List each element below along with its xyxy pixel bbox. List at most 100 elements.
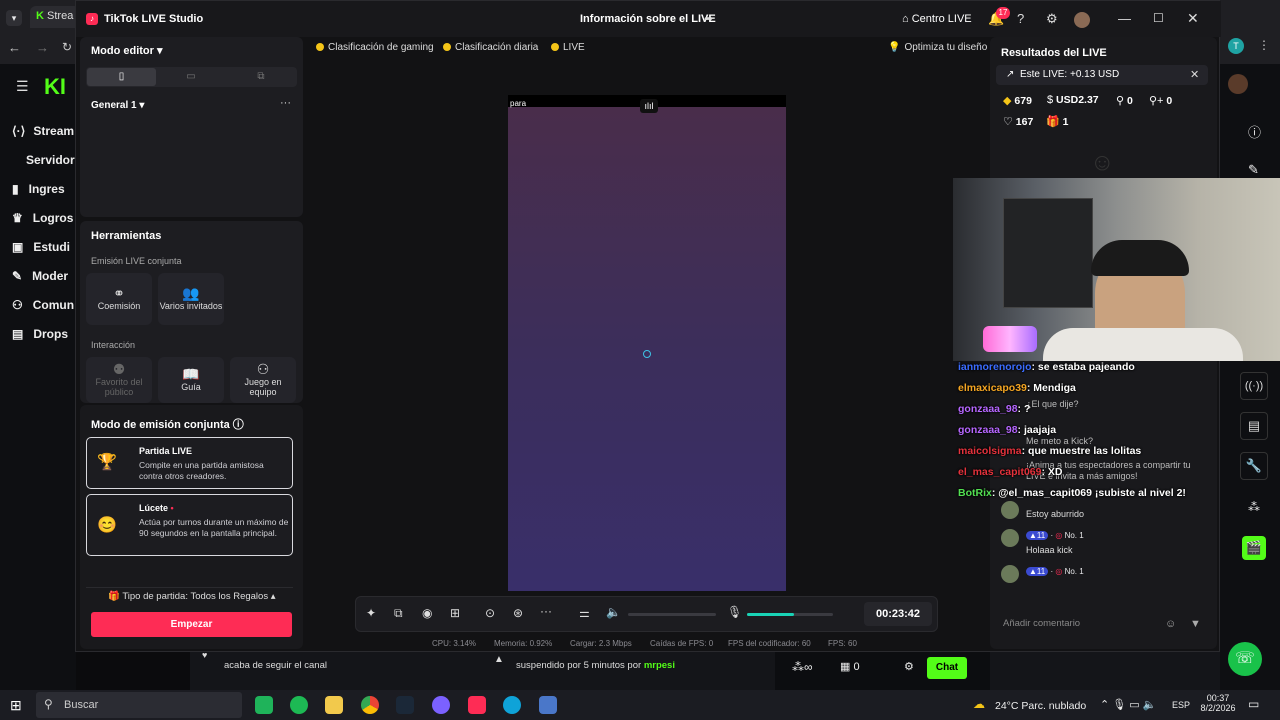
browser-tab[interactable]: K Strea: [30, 6, 80, 28]
points-counter[interactable]: ▦ 0: [840, 660, 860, 673]
live-info-title[interactable]: Información sobre el LIVE: [580, 13, 716, 25]
emoji-icon[interactable]: ☺: [1165, 618, 1176, 630]
maximize-icon[interactable]: ☐: [1153, 11, 1164, 25]
info-icon[interactable]: ⓘ: [1248, 122, 1261, 141]
menu-dots-icon[interactable]: ⋮: [1258, 38, 1270, 52]
portrait-icon[interactable]: ▯: [87, 68, 156, 86]
sidebar-item-moderacion[interactable]: ✎ Moder: [12, 269, 68, 283]
chat-username[interactable]: gonzaaa_98: [958, 403, 1018, 415]
sidebar-item-servidor[interactable]: Servidor: [26, 153, 75, 167]
settings-gear-icon[interactable]: ⚙: [904, 660, 914, 673]
sidebar-item-ingresos[interactable]: ▮ Ingres: [12, 182, 65, 196]
add-source-icon[interactable]: ⧉: [394, 606, 403, 621]
ai-icon[interactable]: ◉: [422, 606, 432, 620]
language-indicator[interactable]: ESP: [1172, 700, 1190, 710]
steam-icon[interactable]: [396, 696, 414, 714]
windows-start-icon[interactable]: ⊞: [10, 697, 22, 714]
live-chip[interactable]: LIVE: [551, 39, 585, 55]
share-icon[interactable]: ➦: [704, 12, 713, 25]
sidebar-item-drops[interactable]: ▤ Drops: [12, 327, 68, 341]
filter-icon[interactable]: ▼: [1190, 618, 1201, 630]
comment-input[interactable]: Añadir comentario: [996, 613, 1176, 635]
sidebar-item-estudio[interactable]: ▣ Estudi: [12, 240, 70, 254]
team-game-button[interactable]: ⚇ Juego en equipo: [230, 357, 296, 403]
magic-wand-icon[interactable]: ✦: [366, 606, 376, 620]
centro-live-button[interactable]: ⌂ Centro LIVE: [902, 13, 972, 25]
sidebar-item-comunidad[interactable]: ⚇ Comun: [12, 298, 74, 312]
start-button[interactable]: Empezar: [91, 612, 292, 637]
notifications-icon[interactable]: ▭: [1248, 697, 1259, 711]
help-icon[interactable]: ?: [1017, 11, 1024, 26]
chrome-icon[interactable]: [361, 696, 379, 714]
chat-username[interactable]: BotRix: [958, 487, 992, 499]
multi-guest-button[interactable]: 👥 Varios invitados: [158, 273, 224, 325]
gaming-ranking-chip[interactable]: Clasificación de gaming: [316, 39, 434, 55]
guide-button[interactable]: 📖 Guía: [158, 357, 224, 403]
help-circle-icon[interactable]: ⓘ: [233, 419, 244, 431]
record-icon[interactable]: ⊙: [485, 606, 495, 620]
hamburger-icon[interactable]: ☰: [16, 78, 29, 95]
daily-ranking-chip[interactable]: Clasificación diaria: [443, 39, 538, 55]
weather-text[interactable]: 24°C Parc. nublado: [995, 700, 1086, 712]
landscape-icon[interactable]: ▭: [156, 68, 226, 86]
edge-icon[interactable]: [503, 696, 521, 714]
chat-username[interactable]: maicolsigma: [958, 445, 1022, 457]
more-options-icon[interactable]: ···: [280, 97, 291, 109]
chevron-down-icon[interactable]: ▾: [6, 10, 22, 26]
camera-effect-icon[interactable]: ⊛: [513, 606, 523, 620]
support-icon[interactable]: ☏: [1228, 642, 1262, 676]
taskbar-search[interactable]: ⚲ Buscar: [36, 692, 242, 718]
close-banner-icon[interactable]: ✕: [1190, 68, 1199, 81]
chat-username[interactable]: ianmorenorojo: [958, 361, 1032, 373]
moderation-icon[interactable]: ⁂: [1248, 500, 1260, 514]
app-icon[interactable]: [432, 696, 450, 714]
speaker-icon[interactable]: 🔈: [606, 605, 621, 619]
profile-icon[interactable]: T: [1228, 38, 1244, 54]
clock[interactable]: 00:37 8/2/2026: [1200, 693, 1236, 713]
tiktok-icon[interactable]: [468, 696, 486, 714]
reload-icon[interactable]: ↻: [62, 40, 72, 54]
stream-preview[interactable]: [508, 95, 786, 591]
dual-icon[interactable]: ⧉: [226, 68, 296, 86]
sidebar-item-stream[interactable]: ⟨·⟩ Stream: [12, 124, 74, 138]
gear-icon[interactable]: ⚙: [1046, 11, 1058, 27]
clip-icon[interactable]: ⊞: [450, 606, 460, 620]
chat-send-button[interactable]: Chat: [927, 657, 967, 679]
tray-icons[interactable]: ⌃ 🎙 ▭ 🔈: [1100, 698, 1156, 711]
audio-bars-icon[interactable]: ılıl: [640, 99, 658, 113]
folder-icon[interactable]: [325, 696, 343, 714]
mode-editor-dropdown[interactable]: Modo editor ▾: [91, 44, 163, 57]
app-icon[interactable]: [255, 696, 273, 714]
scene-dropdown[interactable]: General 1 ▾: [91, 100, 144, 111]
user-avatar[interactable]: [1074, 12, 1090, 28]
clapper-icon[interactable]: 🎬: [1242, 536, 1266, 560]
speaker-volume-slider[interactable]: [628, 613, 716, 616]
layout-icon[interactable]: ▤: [1240, 412, 1268, 440]
wrench-icon[interactable]: 🔧: [1240, 452, 1268, 480]
match-type-dropdown[interactable]: 🎁 Tipo de partida: Todos los Regalos ▴: [108, 591, 276, 602]
spotify-icon[interactable]: [290, 696, 308, 714]
avatar[interactable]: [1228, 74, 1248, 94]
coemision-button[interactable]: ⚭ Coemisión: [86, 273, 152, 325]
lucete-card[interactable]: 😊 Lúcete • Actúa por turnos durante un m…: [86, 494, 293, 556]
microphone-icon[interactable]: 🎙: [727, 605, 742, 619]
emote-icon[interactable]: ⁂∞: [792, 660, 813, 674]
more-dots-icon[interactable]: ···: [540, 604, 552, 618]
favorite-public-button[interactable]: ⚉ Favorito del público: [86, 357, 152, 403]
calculator-icon[interactable]: [539, 696, 557, 714]
close-icon[interactable]: ✕: [1187, 10, 1199, 27]
optimize-layout-chip[interactable]: 💡 Optimiza tu diseño: [888, 39, 987, 55]
partida-live-card[interactable]: 🏆 Partida LIVE Compite en una partida am…: [86, 437, 293, 489]
broadcast-icon[interactable]: ((·)): [1240, 372, 1268, 400]
sidebar-item-logros[interactable]: ♛ Logros: [12, 211, 73, 225]
chat-username[interactable]: elmaxicapo39: [958, 382, 1027, 394]
kick-logo[interactable]: KI: [44, 74, 66, 100]
pencil-icon[interactable]: ✎: [1248, 162, 1259, 178]
chat-username[interactable]: gonzaaa_98: [958, 424, 1018, 436]
forward-arrow-icon[interactable]: →: [36, 40, 49, 55]
minimize-icon[interactable]: —: [1118, 11, 1131, 26]
back-arrow-icon[interactable]: ←: [8, 40, 21, 55]
chat-username[interactable]: el_mas_capit069: [958, 466, 1041, 478]
sliders-icon[interactable]: ⚌: [579, 606, 590, 620]
mic-volume-slider[interactable]: [747, 613, 833, 616]
